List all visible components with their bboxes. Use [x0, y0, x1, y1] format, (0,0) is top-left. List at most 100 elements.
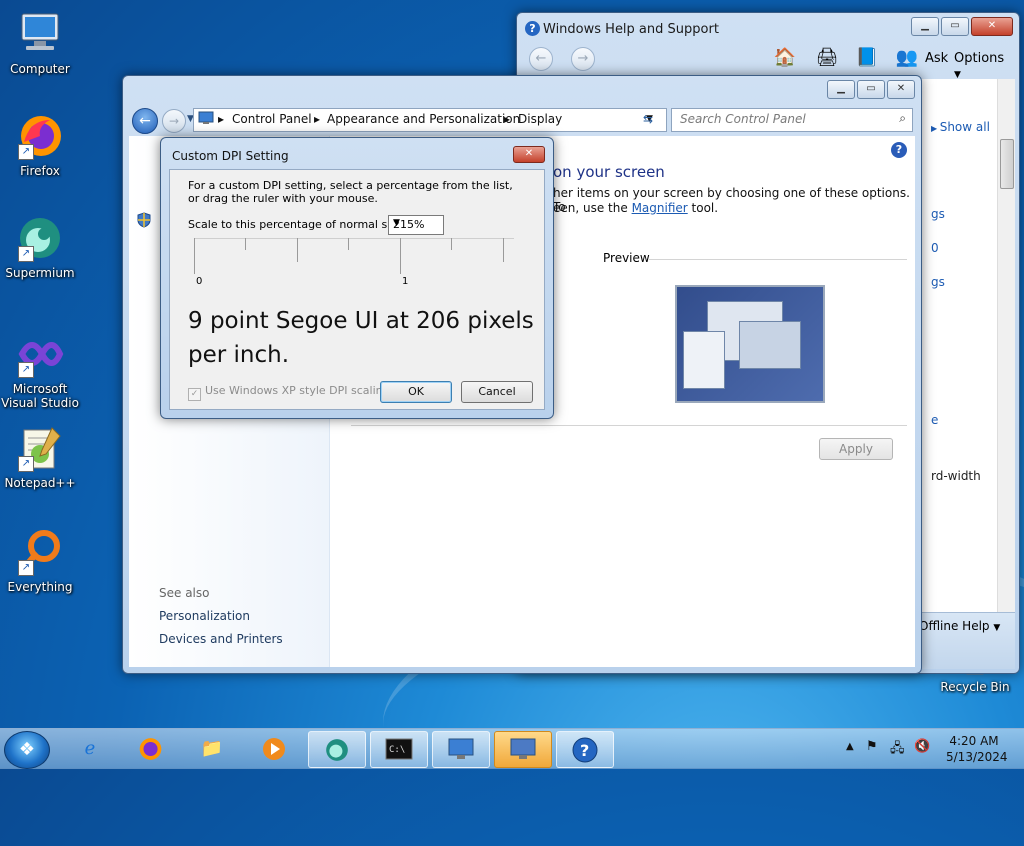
desktop-icon-label: Computer [10, 62, 70, 76]
ruler-baseline [194, 238, 514, 239]
taskbar-supermium[interactable] [308, 731, 366, 768]
apply-button[interactable]: Apply [819, 438, 893, 460]
notepadpp-icon: ↗ [16, 424, 64, 472]
custom-dpi-dialog[interactable]: Custom DPI Setting ✕ For a custom DPI se… [160, 137, 554, 419]
ruler-tick [503, 238, 504, 262]
svg-text:?: ? [580, 741, 589, 760]
taskbar-control-panel[interactable] [432, 731, 490, 768]
desktop-icon-label: Supermium [5, 266, 75, 280]
close-button[interactable]: ✕ [971, 17, 1013, 36]
desktop-icon-notepadpp[interactable]: ↗ Notepad++ [0, 424, 80, 490]
desktop-icon-firefox[interactable]: ↗ Firefox [0, 112, 80, 178]
action-center-flag-icon[interactable]: ⚑ [866, 739, 878, 754]
dpi-ruler[interactable]: 0 1 [194, 238, 514, 288]
back-arrow-icon[interactable]: ← [529, 47, 553, 71]
ruler-label-0: 0 [196, 276, 203, 287]
desktop-icon-visual-studio[interactable]: ↗ Microsoft Visual Studio [0, 330, 80, 410]
show-all-link[interactable]: ▶ Show all [931, 120, 990, 134]
everything-search-icon: ↗ [16, 528, 64, 576]
display-preview-image [675, 285, 825, 403]
taskbar: ❖ ℯ 📁 C:\ ? ▲ ⚑ 🖧 🔇 4:20 AM 5/13/2024 [0, 728, 1024, 769]
visual-studio-icon: ↗ [16, 330, 64, 378]
xp-dpi-scaling-checkbox[interactable]: ✓ Use Windows XP style DPI scaling [188, 384, 390, 401]
windows-logo-icon: ❖ [18, 739, 36, 760]
preview-divider [649, 259, 907, 260]
forward-arrow-icon[interactable]: → [162, 109, 186, 133]
maximize-button[interactable]: ▭ [941, 17, 969, 36]
breadcrumb-display[interactable]: Display [518, 112, 562, 126]
taskbar-internet-explorer[interactable]: ℯ [62, 731, 118, 766]
internet-explorer-icon: ℯ [84, 738, 96, 759]
help-question-icon[interactable]: ? [891, 142, 907, 158]
cancel-button[interactable]: Cancel [461, 381, 533, 403]
ruler-tick [297, 238, 298, 262]
options-menu[interactable]: Options ▼ [954, 51, 1015, 81]
description-line-2: een, use the Magnifier tool. [553, 201, 718, 215]
desktop-icon-computer[interactable]: Computer [0, 10, 80, 76]
desktop-icon-label: Notepad++ [4, 476, 76, 490]
print-icon[interactable]: 🖨 [815, 47, 839, 71]
display-icon [509, 738, 537, 766]
forward-arrow-icon[interactable]: → [571, 47, 595, 71]
help-link-fragment[interactable]: e [931, 413, 938, 427]
maximize-button[interactable]: ▭ [857, 80, 885, 99]
minimize-button[interactable]: ▁ [827, 80, 855, 99]
command-prompt-icon: C:\ [385, 738, 413, 765]
taskbar-firefox[interactable] [122, 731, 178, 766]
ask-people-icon[interactable]: 👥 [895, 47, 919, 71]
taskbar-help-support[interactable]: ? [556, 731, 614, 768]
ok-button[interactable]: OK [380, 381, 452, 403]
devices-printers-link[interactable]: Devices and Printers [159, 632, 283, 646]
chevron-down-icon: ▼ [993, 623, 1001, 633]
minimize-button[interactable]: ▁ [911, 17, 939, 36]
ask-button[interactable]: Ask [925, 51, 948, 66]
control-panel-icon [447, 738, 475, 766]
desktop-icon-supermium[interactable]: ↗ Supermium [0, 214, 80, 280]
desktop-icon-label: Everything [7, 580, 73, 594]
shortcut-arrow-icon: ↗ [18, 246, 34, 262]
taskbar-explorer[interactable]: 📁 [184, 731, 240, 766]
help-link-fragment[interactable]: gs [931, 207, 945, 221]
desktop-icon-everything[interactable]: ↗ Everything [0, 528, 80, 594]
svg-text:C:\: C:\ [389, 745, 405, 755]
show-hidden-icons-chevron-icon[interactable]: ▲ [846, 741, 854, 752]
ruler-tick [245, 238, 246, 250]
address-bar[interactable]: ▸ Control Panel ▸ Appearance and Persona… [193, 108, 667, 132]
scrollbar-thumb[interactable] [1000, 139, 1014, 189]
xp-dpi-scaling-label: Use Windows XP style DPI scaling [205, 384, 390, 397]
help-scrollbar[interactable] [997, 79, 1015, 613]
help-link-fragment[interactable]: 0 [931, 241, 939, 255]
breadcrumb-control-panel[interactable]: Control Panel [232, 112, 312, 126]
magnifier-link[interactable]: Magnifier [632, 201, 688, 215]
offline-help-menu[interactable]: Offline Help ▼ [919, 619, 1000, 633]
close-button[interactable]: ✕ [513, 146, 545, 163]
dialog-caption-buttons: ✕ [513, 146, 545, 163]
close-button[interactable]: ✕ [887, 80, 915, 99]
start-button[interactable]: ❖ [4, 731, 50, 769]
dpi-sample-text: 9 point Segoe UI at 206 pixels per inch. [188, 308, 534, 368]
personalization-link[interactable]: Personalization [159, 609, 250, 623]
system-clock[interactable]: 4:20 AM 5/13/2024 [946, 733, 1008, 765]
taskbar-display-settings[interactable] [494, 731, 552, 768]
cp-caption-buttons: ▁ ▭ ✕ [827, 80, 915, 99]
taskbar-media-player[interactable] [246, 731, 302, 766]
chevron-right-icon: ▶ [931, 124, 940, 133]
control-panel-icon [198, 111, 214, 128]
refresh-icon[interactable]: ⇆ [643, 112, 653, 126]
search-input[interactable]: Search Control Panel ⌕ [671, 108, 913, 132]
help-toolbar: ← → 🏠 🖨 📘 👥 Ask Options ▼ [521, 47, 1015, 80]
help-link-fragment[interactable]: gs [931, 275, 945, 289]
scale-percentage-select[interactable]: 215% ▼ [388, 215, 444, 235]
firefox-icon: ↗ [16, 112, 64, 160]
search-icon: ⌕ [899, 111, 906, 125]
back-arrow-icon[interactable]: ← [132, 108, 158, 134]
breadcrumb-sep-icon: ▸ [218, 112, 225, 126]
network-icon[interactable]: 🖧 [890, 739, 905, 761]
shortcut-arrow-icon: ↗ [18, 456, 34, 472]
browse-help-icon[interactable]: 📘 [855, 47, 879, 71]
preview-window-2 [739, 321, 801, 369]
volume-muted-icon[interactable]: 🔇 [914, 739, 930, 754]
home-icon[interactable]: 🏠 [773, 47, 797, 71]
breadcrumb-appearance[interactable]: Appearance and Personalization [327, 112, 520, 126]
taskbar-command-prompt[interactable]: C:\ [370, 731, 428, 768]
